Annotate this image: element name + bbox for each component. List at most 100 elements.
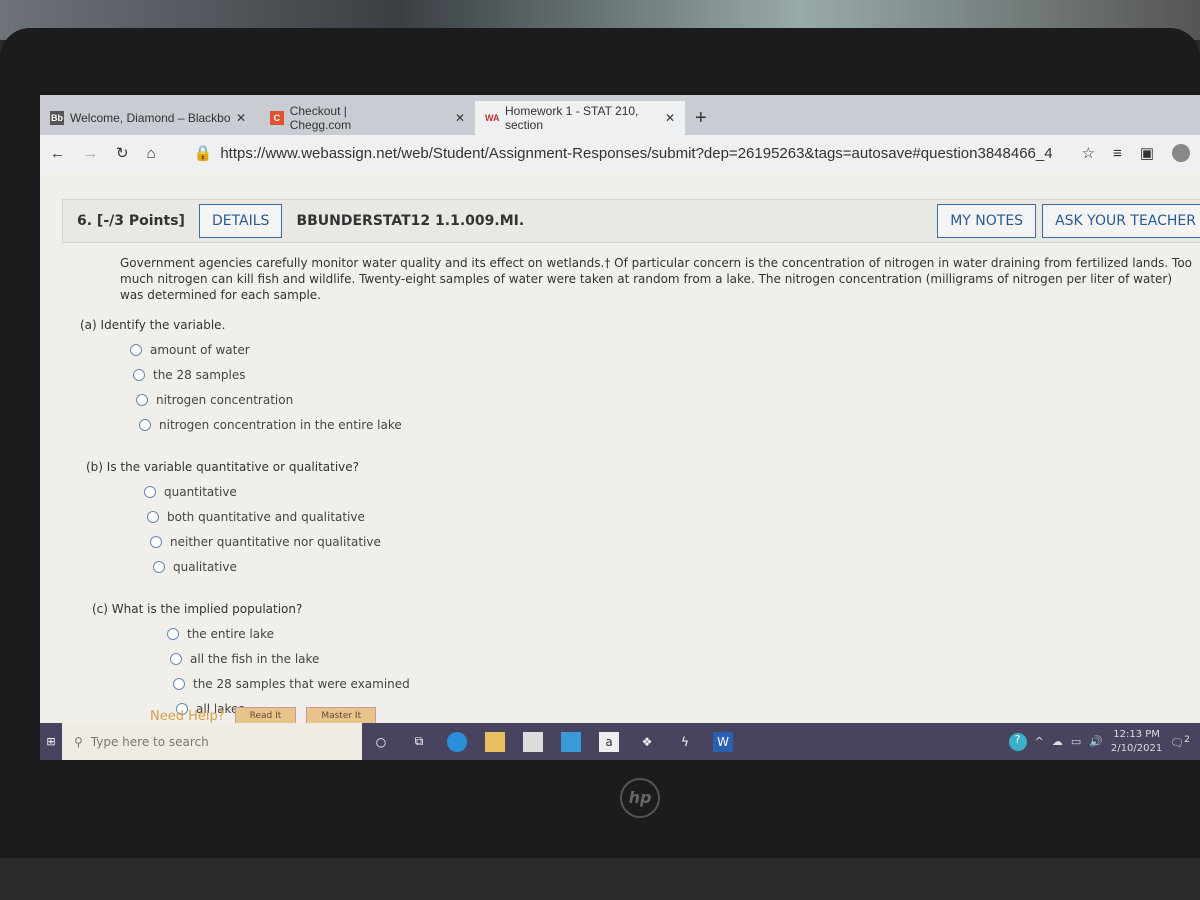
search-icon: ⚲ [74,734,83,749]
radio-option[interactable]: the 28 samples that were examined [173,676,1192,692]
forward-icon[interactable]: → [83,145,98,162]
edge-icon[interactable] [447,731,467,752]
radio-button[interactable] [133,369,145,381]
radio-button[interactable] [144,486,156,498]
home-icon[interactable]: ⌂ [147,145,156,162]
prompt-text: Government agencies carefully monitor wa… [120,256,1193,302]
question-part: (a) Identify the variable. amount of wate… [80,317,1192,433]
lock-icon: 🔒 [193,145,213,162]
onedrive-icon[interactable]: ☁ [1052,735,1063,748]
favorite-icon[interactable]: ☆ [1082,144,1095,162]
radio-option[interactable]: amount of water [130,342,1192,358]
dropbox-icon[interactable]: ❖ [637,732,657,752]
question-number: 6. [-/3 Points] [77,213,185,229]
address-bar-row: ← → ↻ ⌂ 🔒 https://www.webassign.net/web/… [40,135,1200,171]
option-label: quantitative [164,485,237,499]
radio-button[interactable] [167,628,179,640]
option-label: neither quantitative nor qualitative [170,535,381,549]
date: 2/10/2021 [1110,742,1163,754]
app-bolt-icon[interactable]: ϟ [675,732,695,752]
question-part: (b) Is the variable quantitative or qual… [86,459,1192,575]
refresh-icon[interactable]: ↻ [116,144,129,162]
close-icon[interactable]: ✕ [415,111,465,125]
back-icon[interactable]: ← [50,145,65,162]
option-label: amount of water [150,343,250,357]
option-label: all the fish in the lake [190,652,320,666]
radio-option[interactable]: the 28 samples [133,367,1192,383]
radio-button[interactable] [150,536,162,548]
radio-button[interactable] [130,344,142,356]
mail-icon[interactable] [561,731,581,752]
question-part: (c) What is the implied population? the e… [92,601,1192,717]
option-label: nitrogen concentration in the entire lak… [159,418,402,432]
option-label: the 28 samples [153,368,246,382]
favorites-list-icon[interactable]: ≡ [1113,145,1122,162]
radio-option[interactable]: both quantitative and qualitative [147,509,1192,525]
time: 12:13 PM [1113,728,1160,740]
blackboard-icon: Bb [50,111,64,125]
profile-avatar[interactable] [1172,144,1190,162]
radio-button[interactable] [153,561,165,573]
word-icon[interactable]: W [713,731,733,752]
url-field[interactable]: 🔒 https://www.webassign.net/web/Student/… [193,144,1064,163]
amazon-icon[interactable]: a [599,731,619,752]
help-icon[interactable]: ? [1008,732,1027,751]
need-help-label: Need Help? [150,708,225,724]
tab-bar: Bb Welcome, Diamond – Blackboard ✕ C Che… [40,95,1200,135]
radio-button[interactable] [170,653,182,665]
close-icon[interactable]: ✕ [665,111,675,125]
radio-option[interactable]: qualitative [153,559,1192,575]
radio-button[interactable] [173,678,185,690]
screen: Bb Welcome, Diamond – Blackboard ✕ C Che… [40,95,1200,760]
chegg-icon: C [270,111,284,125]
store-icon[interactable] [523,731,543,752]
my-notes-button[interactable]: MY NOTES [937,204,1037,238]
system-tray: ? ^ ☁ ▭ 🔊 12:13 PM 2/10/2021 🗨2 [1008,728,1200,756]
file-explorer-icon[interactable] [485,731,505,752]
taskbar: ⊞ ⚲ Type here to search ○ ⧉ a ❖ ϟ W ? ^ … [40,723,1200,760]
notifications-icon[interactable]: 🗨2 [1170,734,1190,750]
question-code: BBUNDERSTAT12 1.1.009.MI. [296,213,525,229]
tab-blackboard[interactable]: Bb Welcome, Diamond – Blackboard ✕ [40,101,260,135]
ask-teacher-button[interactable]: ASK YOUR TEACHER [1042,204,1200,238]
radio-button[interactable] [147,511,159,523]
clock[interactable]: 12:13 PM 2/10/2021 [1111,728,1162,756]
part-label: (b) Is the variable quantitative or qual… [86,460,360,474]
battery-icon[interactable]: ▭ [1071,735,1081,748]
page-content: 6. [-/3 Points] DETAILS BBUNDERSTAT12 1.… [40,199,1200,717]
part-label: (a) Identify the variable. [80,318,226,332]
notification-count: 2 [1184,733,1190,745]
hp-logo: hp [620,778,660,818]
webassign-icon: WA [485,113,500,123]
radio-option[interactable]: nitrogen concentration [136,392,1192,408]
radio-option[interactable]: all the fish in the lake [170,651,1192,667]
question-parts: (a) Identify the variable. amount of wate… [80,317,1192,717]
taskbar-search[interactable]: ⚲ Type here to search [62,723,362,760]
radio-option[interactable]: quantitative [144,484,1192,500]
radio-button[interactable] [136,394,148,406]
url-text: https://www.webassign.net/web/Student/As… [220,144,1053,162]
details-button[interactable]: DETAILS [198,204,283,238]
option-label: nitrogen concentration [156,393,294,407]
tab-label: Welcome, Diamond – Blackboard [70,111,230,125]
radio-option[interactable]: nitrogen concentration in the entire lak… [139,417,1192,433]
windows-start-icon[interactable]: ⊞ [40,723,62,760]
cortana-icon[interactable]: ○ [371,732,391,752]
option-label: the entire lake [187,627,274,641]
chevron-up-icon[interactable]: ^ [1035,735,1044,748]
part-label: (c) What is the implied population? [92,602,303,616]
tab-chegg[interactable]: C Checkout | Chegg.com ✕ [260,101,475,135]
tab-label: Homework 1 - STAT 210, section [505,104,639,132]
radio-option[interactable]: the entire lake [167,626,1192,642]
volume-icon[interactable]: 🔊 [1089,735,1103,748]
radio-option[interactable]: neither quantitative nor qualitative [150,534,1192,550]
collections-icon[interactable]: ▣ [1140,144,1154,162]
new-tab-button[interactable]: + [685,101,717,135]
radio-button[interactable] [139,419,151,431]
task-view-icon[interactable]: ⧉ [409,732,429,752]
tab-webassign[interactable]: WA Homework 1 - STAT 210, section ✕ [475,101,685,135]
option-label: qualitative [173,560,237,574]
option-label: both quantitative and qualitative [167,510,365,524]
question-header: 6. [-/3 Points] DETAILS BBUNDERSTAT12 1.… [62,199,1200,243]
close-icon[interactable]: ✕ [236,111,246,125]
